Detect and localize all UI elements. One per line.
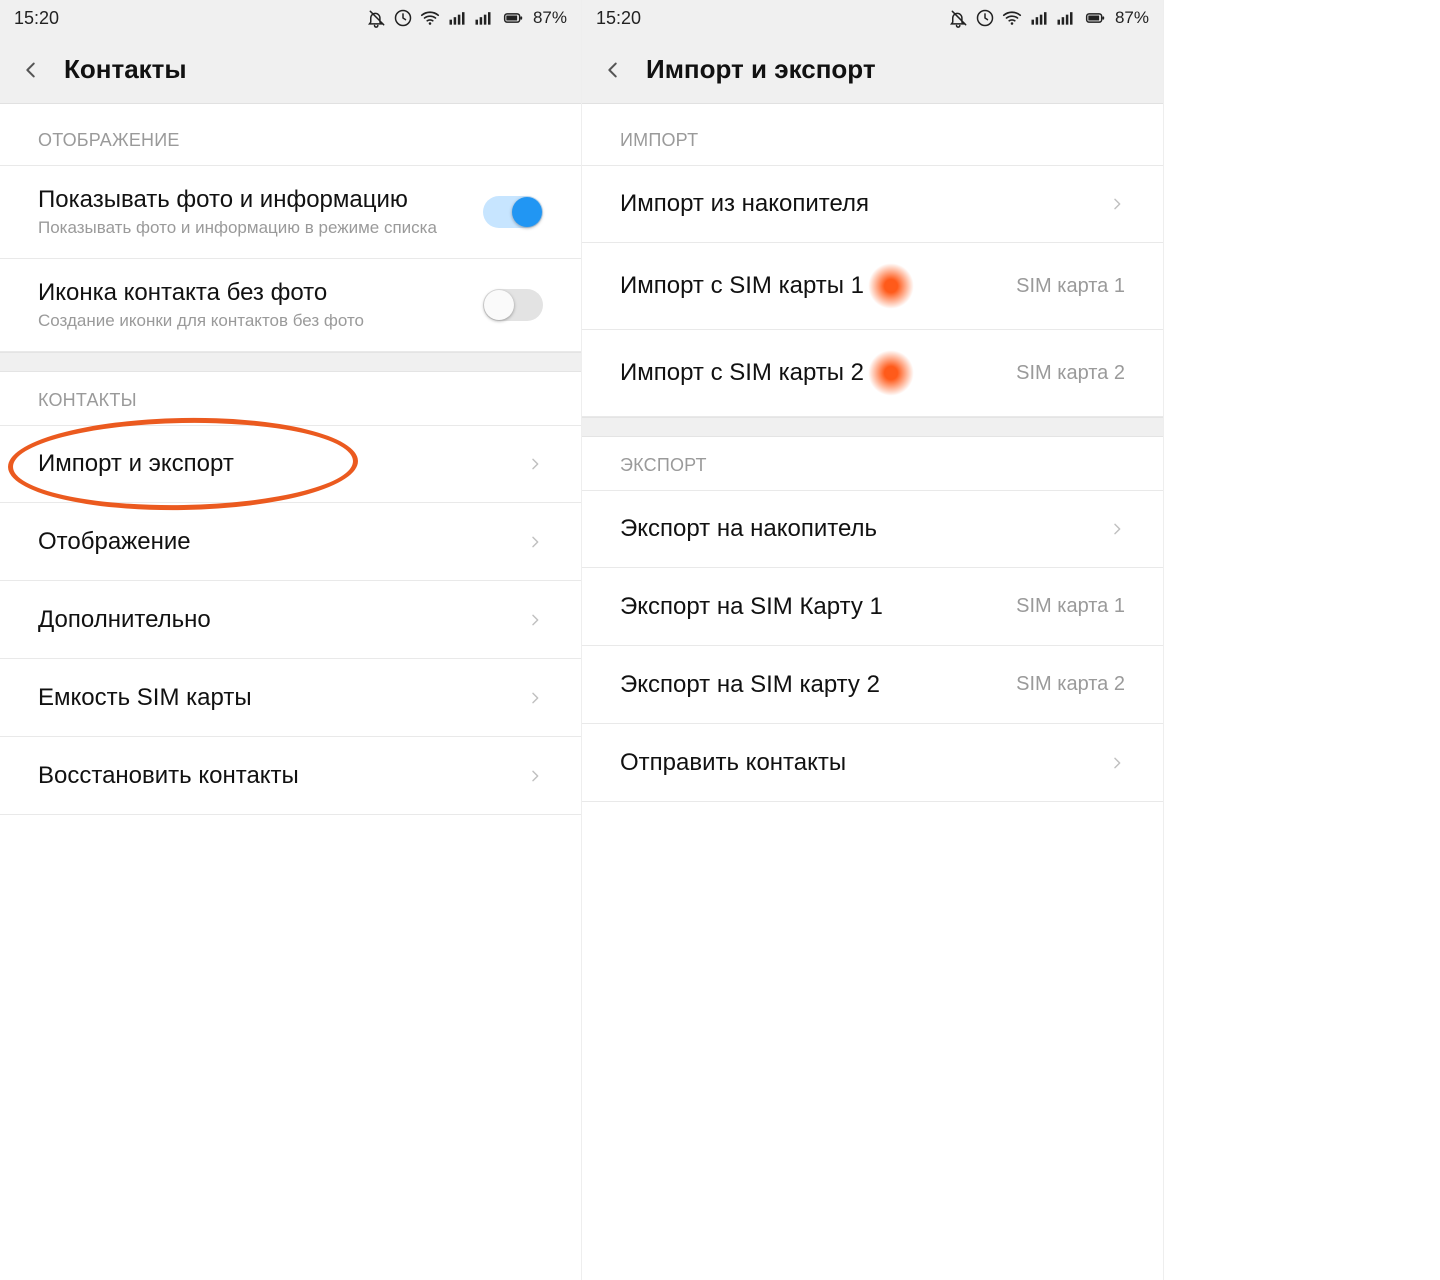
chevron-right-icon <box>1109 755 1125 771</box>
chevron-right-icon <box>527 690 543 706</box>
section-display: ОТОБРАЖЕНИЕ <box>0 104 581 165</box>
section-gap <box>582 417 1163 437</box>
row-label: Отображение <box>38 528 527 556</box>
section-gap <box>0 352 581 372</box>
battery-icon <box>1081 8 1109 28</box>
highlight-dot <box>868 350 914 396</box>
row-sub: Создание иконки для контактов без фото <box>38 311 483 331</box>
signal-1-icon <box>447 8 467 28</box>
signal-1-icon <box>1029 8 1049 28</box>
row-sub: Показывать фото и информацию в режиме сп… <box>38 218 483 238</box>
row-display[interactable]: Отображение <box>0 503 581 581</box>
phone-left: 15:20 87% Контакты ОТОБРАЖЕНИЕ Показыват… <box>0 0 582 1280</box>
phone-right: 15:20 87% Импорт и экспорт ИМПОРТ Импорт… <box>582 0 1164 1280</box>
status-time: 15:20 <box>14 8 59 29</box>
row-sim-capacity[interactable]: Емкость SIM карты <box>0 659 581 737</box>
titlebar: Импорт и экспорт <box>582 36 1163 104</box>
row-value: SIM карта 1 <box>1016 595 1125 618</box>
row-contact-icon-no-photo[interactable]: Иконка контакта без фото Создание иконки… <box>0 259 581 352</box>
mute-icon <box>367 8 387 28</box>
chevron-right-icon <box>527 456 543 472</box>
row-export-storage[interactable]: Экспорт на накопитель <box>582 490 1163 568</box>
row-label: Экспорт на SIM карту 2 <box>620 671 1016 699</box>
row-label: Восстановить контакты <box>38 762 527 790</box>
row-restore-contacts[interactable]: Восстановить контакты <box>0 737 581 815</box>
row-label: Дополнительно <box>38 606 527 634</box>
row-label: Импорт с SIM карты 2 <box>620 359 864 387</box>
row-label: Показывать фото и информацию <box>38 186 483 214</box>
titlebar: Контакты <box>0 36 581 104</box>
section-contacts: КОНТАКТЫ <box>0 372 581 425</box>
row-label: Отправить контакты <box>620 749 1109 777</box>
row-import-export[interactable]: Импорт и экспорт <box>0 425 581 503</box>
wifi-icon <box>419 7 441 29</box>
row-import-sim1[interactable]: Импорт с SIM карты 1 SIM карта 1 <box>582 243 1163 330</box>
status-bar: 15:20 87% <box>582 0 1163 36</box>
alarm-icon <box>975 8 995 28</box>
section-import: ИМПОРТ <box>582 104 1163 165</box>
battery-percent: 87% <box>1115 8 1149 28</box>
wifi-icon <box>1001 7 1023 29</box>
status-icons: 87% <box>949 7 1149 29</box>
chevron-right-icon <box>1109 521 1125 537</box>
signal-2-icon <box>473 8 493 28</box>
row-label: Импорт из накопителя <box>620 190 1109 218</box>
back-icon[interactable] <box>602 59 624 81</box>
back-icon[interactable] <box>20 59 42 81</box>
row-label: Емкость SIM карты <box>38 684 527 712</box>
highlight-dot <box>868 263 914 309</box>
row-send-contacts[interactable]: Отправить контакты <box>582 724 1163 802</box>
row-label: Импорт и экспорт <box>38 450 527 478</box>
row-export-sim1[interactable]: Экспорт на SIM Карту 1 SIM карта 1 <box>582 568 1163 646</box>
mute-icon <box>949 8 969 28</box>
alarm-icon <box>393 8 413 28</box>
page-title: Импорт и экспорт <box>646 54 876 85</box>
battery-percent: 87% <box>533 8 567 28</box>
chevron-right-icon <box>1109 196 1125 212</box>
row-label: Иконка контакта без фото <box>38 279 483 307</box>
toggle-show-photo[interactable] <box>483 196 543 228</box>
row-show-photo-info[interactable]: Показывать фото и информацию Показывать … <box>0 165 581 259</box>
row-import-storage[interactable]: Импорт из накопителя <box>582 165 1163 243</box>
row-value: SIM карта 2 <box>1016 362 1125 385</box>
row-label: Экспорт на SIM Карту 1 <box>620 593 1016 621</box>
row-label: Экспорт на накопитель <box>620 515 1109 543</box>
signal-2-icon <box>1055 8 1075 28</box>
row-export-sim2[interactable]: Экспорт на SIM карту 2 SIM карта 2 <box>582 646 1163 724</box>
chevron-right-icon <box>527 768 543 784</box>
row-additional[interactable]: Дополнительно <box>0 581 581 659</box>
chevron-right-icon <box>527 534 543 550</box>
chevron-right-icon <box>527 612 543 628</box>
row-value: SIM карта 2 <box>1016 673 1125 696</box>
row-import-sim2[interactable]: Импорт с SIM карты 2 SIM карта 2 <box>582 330 1163 417</box>
status-bar: 15:20 87% <box>0 0 581 36</box>
status-icons: 87% <box>367 7 567 29</box>
row-value: SIM карта 1 <box>1016 275 1125 298</box>
battery-icon <box>499 8 527 28</box>
toggle-contact-icon[interactable] <box>483 289 543 321</box>
page-title: Контакты <box>64 54 187 85</box>
status-time: 15:20 <box>596 8 641 29</box>
section-export: ЭКСПОРТ <box>582 437 1163 490</box>
row-label: Импорт с SIM карты 1 <box>620 272 864 300</box>
